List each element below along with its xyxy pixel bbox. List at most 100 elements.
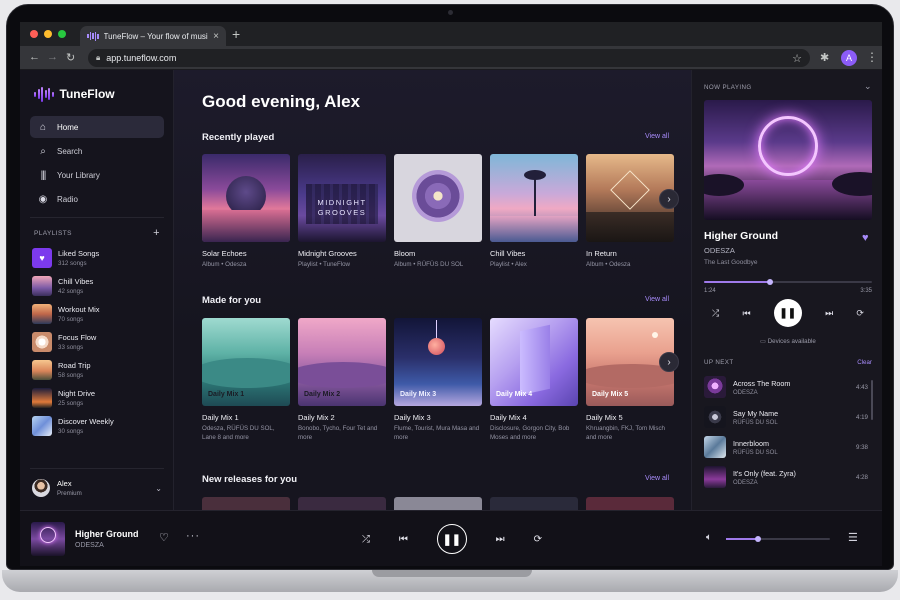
shuffle-icon[interactable]: ⤮ — [362, 534, 370, 545]
add-playlist-icon[interactable]: + — [153, 227, 160, 239]
playlist-item-chill-vibes[interactable]: Chill Vibes 42 songs — [32, 275, 162, 297]
queue-item[interactable]: It's Only (feat. Zyra) ODESZA 4:28 — [704, 465, 868, 489]
card-midnight-grooves[interactable]: MIDNIGHT GROOVES Midnight Grooves Playli… — [298, 154, 386, 270]
repeat-icon[interactable]: ⟳ — [534, 534, 542, 545]
heart-icon[interactable]: ♥ — [862, 232, 869, 244]
scroll-right-button[interactable]: › — [659, 352, 679, 372]
laptop-notch — [372, 570, 532, 577]
card-daily-mix-2[interactable]: Daily Mix 2 Daily Mix 2 Bonobo, Tycho, F… — [298, 318, 386, 442]
queue-thumbnail — [704, 376, 726, 398]
playlist-item-workout-mix[interactable]: Workout Mix 70 songs — [32, 303, 162, 325]
queue-icon[interactable]: ☰ — [848, 531, 858, 544]
new-release-art[interactable] — [394, 497, 482, 510]
progress-bar[interactable] — [704, 279, 872, 285]
card-title: Daily Mix 1 — [202, 413, 239, 422]
url-text[interactable]: app.tuneflow.com — [106, 53, 786, 63]
queue-thumbnail — [704, 466, 726, 488]
heart-icon: ♥ — [32, 248, 52, 268]
playlist-item-road-trip[interactable]: Road Trip 58 songs — [32, 359, 162, 381]
new-release-art[interactable] — [586, 497, 674, 510]
nav-item-search[interactable]: ⌕ Search — [30, 140, 164, 162]
close-window-button[interactable] — [30, 30, 38, 38]
shuffle-icon[interactable]: ⤮ — [712, 308, 719, 319]
queue-scrollbar[interactable] — [871, 380, 873, 420]
playlist-item-liked-songs[interactable]: ♥ Liked Songs 312 songs — [32, 247, 162, 269]
card-subtitle: Album • RÜFÜS DU SOL — [394, 261, 464, 268]
playlist-item-discover-weekly[interactable]: Discover Weekly 30 songs — [32, 415, 162, 437]
card-in-return[interactable]: In Return Album • Odesza — [586, 154, 674, 270]
new-release-art[interactable] — [202, 497, 290, 510]
reload-icon[interactable]: ↻ — [66, 51, 75, 64]
playlist-item-night-drive[interactable]: Night Drive 25 songs — [32, 387, 162, 409]
clear-queue-button[interactable]: Clear — [857, 359, 872, 366]
address-bar[interactable]: 🔒︎ app.tuneflow.com ☆ — [88, 49, 810, 67]
up-next-header: UP NEXT Clear — [704, 359, 872, 366]
next-icon[interactable]: ⏭︎ — [825, 308, 833, 319]
browser-toolbar: ← → ↻ 🔒︎ app.tuneflow.com ☆ ✱ A ⋮ — [20, 46, 882, 70]
repeat-icon[interactable]: ⟳ — [856, 308, 864, 319]
card-daily-mix-3[interactable]: Daily Mix 3 Daily Mix 3 Flume, Tourist, … — [394, 318, 482, 442]
devices-available[interactable]: ▭ Devices available — [704, 338, 872, 345]
playlist-count: 42 songs — [58, 288, 84, 295]
new-release-art[interactable] — [490, 497, 578, 510]
volume-slider[interactable] — [726, 536, 830, 542]
pause-button[interactable]: ❚❚ — [773, 299, 802, 327]
card-bloom[interactable]: Bloom Album • RÜFÜS DU SOL — [394, 154, 482, 270]
pause-button[interactable]: ❚❚ — [436, 524, 467, 554]
new-release-art[interactable] — [298, 497, 386, 510]
card-title: Bloom — [394, 249, 416, 258]
card-solar-echoes[interactable]: Solar Echoes Album • Odesza — [202, 154, 290, 270]
playlist-count: 70 songs — [58, 316, 84, 323]
minimize-window-button[interactable] — [44, 30, 52, 38]
now-playing-album[interactable]: The Last Goodbye — [704, 259, 757, 266]
browser-menu-icon[interactable]: ⋮ — [866, 50, 878, 64]
bookmark-star-icon[interactable]: ☆ — [792, 52, 802, 65]
mix-label: Daily Mix 3 — [400, 391, 437, 398]
chevron-down-icon[interactable]: ⌄ — [864, 81, 872, 92]
player-album-art[interactable] — [31, 522, 65, 556]
queue-item[interactable]: Across The Room ODESZA 4:43 — [704, 375, 868, 399]
playlist-item-focus-flow[interactable]: Focus Flow 33 songs — [32, 331, 162, 353]
player-track-artist[interactable]: ODESZA — [75, 542, 104, 549]
card-chill-vibes[interactable]: Chill Vibes Playlist • Alex — [490, 154, 578, 270]
nav-item-home[interactable]: ⌂ Home — [30, 116, 164, 138]
card-subtitle: Album • Odesza — [586, 261, 631, 268]
user-menu[interactable]: Alex Premium ⌄ — [32, 476, 162, 500]
more-options-icon[interactable]: ··· — [186, 530, 200, 542]
previous-icon[interactable]: ⏮︎ — [742, 308, 750, 319]
queue-item[interactable]: Innerbloom RÜFÜS DU SOL 9:38 — [704, 435, 868, 459]
browser-tab[interactable]: TuneFlow – Your flow of music × — [80, 26, 226, 46]
player-track-title[interactable]: Higher Ground — [75, 529, 139, 539]
previous-icon[interactable]: ⏮︎ — [399, 534, 408, 545]
heart-outline-icon[interactable]: ♡ — [159, 531, 169, 544]
playlist-name: Focus Flow — [58, 333, 97, 342]
nav-item-radio[interactable]: ◉ Radio — [30, 188, 164, 210]
library-icon: ||| — [40, 169, 47, 181]
maximize-window-button[interactable] — [58, 30, 66, 38]
section-title-recently-played: Recently played — [202, 132, 275, 143]
next-icon[interactable]: ⏭︎ — [496, 534, 505, 545]
view-all-link[interactable]: View all — [645, 475, 669, 482]
playlist-thumbnail — [32, 304, 52, 324]
view-all-link[interactable]: View all — [645, 133, 669, 140]
nav-item-library[interactable]: ||| Your Library — [30, 164, 164, 186]
extensions-icon[interactable]: ✱ — [820, 51, 829, 64]
queue-artist: ODESZA — [733, 389, 758, 396]
album-art — [394, 154, 482, 242]
back-icon[interactable]: ← — [29, 51, 40, 63]
profile-avatar[interactable]: A — [841, 50, 857, 66]
card-daily-mix-4[interactable]: Daily Mix 4 Daily Mix 4 Disclosure, Gorg… — [490, 318, 578, 442]
now-playing-artist[interactable]: ODESZA — [704, 246, 735, 255]
card-daily-mix-1[interactable]: Daily Mix 1 Daily Mix 1 Odesza, RÜFÜS DU… — [202, 318, 290, 442]
card-daily-mix-5[interactable]: Daily Mix 5 Daily Mix 5 Khruangbin, FKJ,… — [586, 318, 674, 442]
section-title-new-releases: New releases for you — [202, 474, 298, 485]
new-tab-button[interactable]: + — [232, 26, 240, 42]
mix-label: Daily Mix 5 — [592, 391, 629, 398]
tab-close-icon[interactable]: × — [213, 31, 219, 42]
queue-item[interactable]: Say My Name RÜFÜS DU SOL 4:19 — [704, 405, 868, 429]
forward-icon[interactable]: → — [47, 51, 58, 63]
logo[interactable]: TuneFlow — [34, 86, 115, 102]
scroll-right-button[interactable]: › — [659, 189, 679, 209]
view-all-link[interactable]: View all — [645, 296, 669, 303]
volume-icon[interactable]: 🔈︎ — [706, 532, 712, 543]
